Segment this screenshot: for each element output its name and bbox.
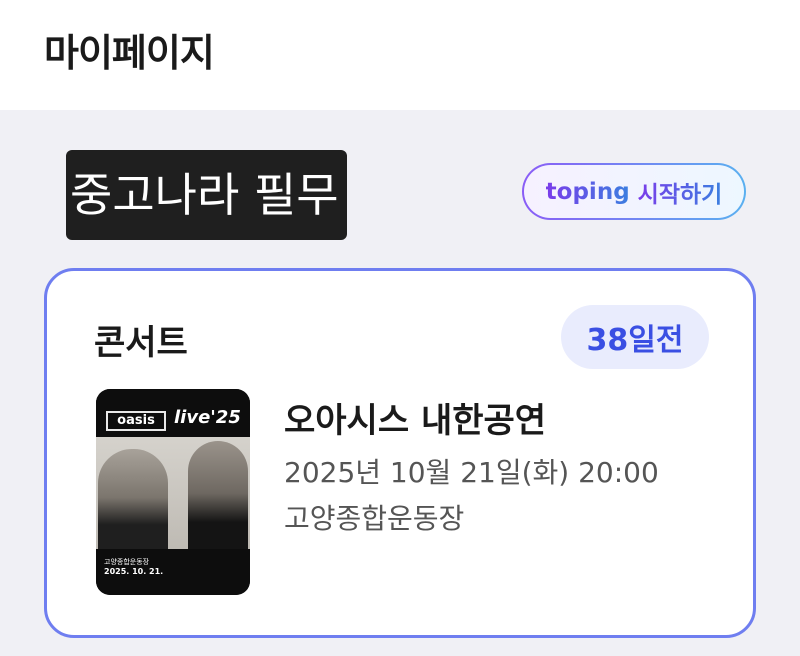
poster-venue: 고양종합운동장 xyxy=(104,558,150,566)
toping-start-button[interactable]: toping 시작하기 xyxy=(522,163,746,220)
category-label: 콘서트 xyxy=(94,323,188,363)
page-title: 마이페이지 xyxy=(44,31,215,75)
ticket-card[interactable]: 콘서트 38일전 oasis live'25 고양종합운동장 2025. 10.… xyxy=(44,268,756,638)
poster-tag: live'25 xyxy=(174,407,241,428)
overlay-caption: 중고나라 필무 xyxy=(66,150,347,240)
poster-person-left xyxy=(98,449,168,557)
toping-action-label: 시작하기 xyxy=(638,175,723,209)
overlay-edge-glyph: ᅵ xyxy=(58,168,91,208)
poster-person-right xyxy=(188,441,248,557)
event-datetime: 2025년 10월 21일(화) 20:00 xyxy=(284,456,659,489)
event-venue: 고양종합운동장 xyxy=(284,502,465,535)
toping-brand-label: toping xyxy=(545,178,630,205)
poster-logo: oasis xyxy=(106,411,166,431)
poster-date: 2025. 10. 21. xyxy=(104,567,164,576)
event-poster[interactable]: oasis live'25 고양종합운동장 2025. 10. 21. xyxy=(96,389,250,595)
top-header: 마이페이지 xyxy=(0,0,800,110)
dday-badge: 38일전 xyxy=(561,305,709,369)
event-title: 오아시스 내한공연 xyxy=(284,401,547,441)
